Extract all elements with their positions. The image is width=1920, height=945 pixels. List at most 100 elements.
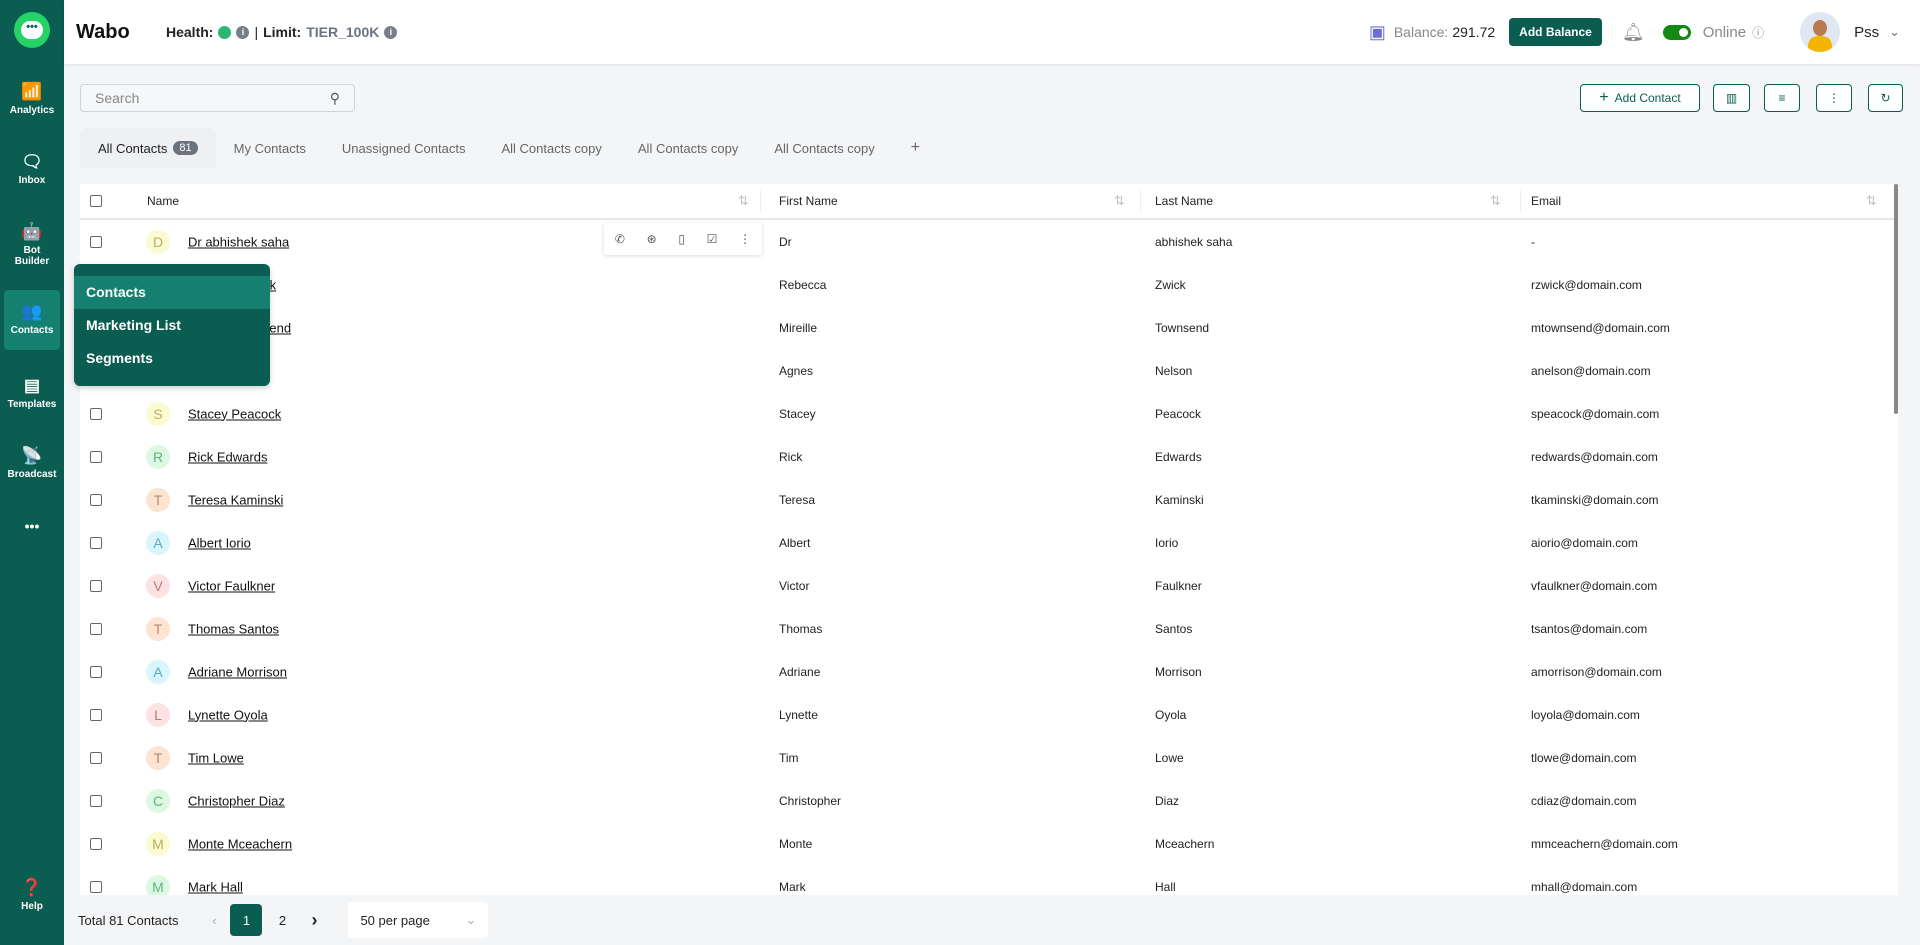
- online-toggle[interactable]: [1662, 24, 1691, 40]
- sidebar-item-broadcast[interactable]: 📡 Broadcast: [4, 440, 60, 486]
- row-checkbox[interactable]: [90, 407, 102, 420]
- sidebar-item-contacts[interactable]: 👥 Contacts: [4, 290, 60, 350]
- user-avatar[interactable]: [1800, 12, 1841, 52]
- table-row[interactable]: R Rick Edwards Rick Edwards redwards@dom…: [80, 435, 1898, 478]
- row-checkbox[interactable]: [90, 837, 102, 850]
- contact-name-link[interactable]: Thomas Santos: [188, 621, 279, 636]
- row-checkbox[interactable]: [90, 751, 102, 764]
- info-icon[interactable]: i: [384, 25, 398, 39]
- contact-name-link[interactable]: Lynette Oyola: [188, 707, 268, 722]
- sidebar-item-bot-builder[interactable]: 🤖 Bot Builder: [4, 216, 60, 273]
- row-checkbox[interactable]: [90, 880, 102, 893]
- task-icon[interactable]: ☑: [707, 232, 718, 246]
- app-logo[interactable]: •••: [14, 12, 50, 48]
- submenu-item-marketing-list[interactable]: Marketing List: [74, 309, 270, 342]
- scrollbar[interactable]: [1894, 184, 1898, 414]
- table-row[interactable]: A Albert Iorio Albert Iorio aiorio@domai…: [80, 521, 1898, 564]
- sidebar-item-inbox[interactable]: 🗨 Inbox: [4, 146, 60, 192]
- sidebar-item-help[interactable]: ❓ Help: [4, 872, 60, 918]
- table-row[interactable]: M Monte Mceachern Monte Mceachern mmceac…: [80, 822, 1898, 865]
- tab-all-contacts-copy[interactable]: All Contacts copy: [756, 128, 892, 168]
- row-checkbox[interactable]: [90, 708, 102, 721]
- tab-unassigned-contacts[interactable]: Unassigned Contacts: [324, 128, 484, 168]
- select-all-checkbox[interactable]: [90, 195, 102, 207]
- chevron-down-icon[interactable]: ⌄: [1889, 24, 1900, 40]
- filter-icon: ≡: [1778, 91, 1786, 105]
- sort-icon[interactable]: ⇅: [1866, 193, 1877, 209]
- table-row[interactable]: V Victor Faulkner Victor Faulkner vfaulk…: [80, 564, 1898, 607]
- contact-name-link[interactable]: Tim Lowe: [188, 750, 244, 765]
- tab-all-contacts[interactable]: All Contacts 81: [80, 128, 216, 168]
- next-page-button[interactable]: ›: [298, 904, 330, 936]
- tab-my-contacts[interactable]: My Contacts: [216, 128, 324, 168]
- table-row[interactable]: T Thomas Santos Thomas Santos tsantos@do…: [80, 607, 1898, 650]
- row-checkbox[interactable]: [90, 665, 102, 678]
- contact-name-link[interactable]: Monte Mceachern: [188, 836, 292, 851]
- row-checkbox[interactable]: [90, 794, 102, 807]
- sync-icon[interactable]: ⊛: [647, 232, 657, 246]
- row-checkbox[interactable]: [90, 622, 102, 635]
- contact-name-link[interactable]: Mark Hall: [188, 879, 243, 894]
- row-checkbox[interactable]: [90, 450, 102, 463]
- column-header-email[interactable]: Email: [1531, 194, 1561, 208]
- columns-button[interactable]: ▥: [1713, 84, 1750, 112]
- contact-name-link[interactable]: Stacey Peacock: [188, 406, 281, 421]
- sort-icon[interactable]: ⇅: [1490, 193, 1501, 209]
- row-checkbox[interactable]: [90, 493, 102, 506]
- column-header-last-name[interactable]: Last Name: [1155, 194, 1213, 208]
- table-row[interactable]: A Adriane Morrison Adriane Morrison amor…: [80, 650, 1898, 693]
- prev-page-button[interactable]: ‹: [198, 904, 230, 936]
- contact-name-link[interactable]: Teresa Kaminski: [188, 492, 283, 507]
- table-row[interactable]: T Tim Lowe Tim Lowe tlowe@domain.com: [80, 736, 1898, 779]
- sidebar-item-analytics[interactable]: 📶 Analytics: [4, 76, 60, 122]
- email-cell: mmceachern@domain.com: [1531, 836, 1678, 851]
- more-vertical-icon[interactable]: ⋮: [739, 232, 751, 246]
- table-row[interactable]: L Lynette Oyola Lynette Oyola loyola@dom…: [80, 693, 1898, 736]
- row-checkbox[interactable]: [90, 235, 102, 248]
- contact-name-link[interactable]: Victor Faulkner: [188, 578, 275, 593]
- document-icon[interactable]: ▯: [678, 232, 685, 246]
- whatsapp-icon[interactable]: ✆: [615, 232, 625, 246]
- more-icon[interactable]: •••: [4, 512, 60, 540]
- sort-icon[interactable]: ⇅: [1114, 193, 1125, 209]
- more-options-button[interactable]: ⋮: [1816, 84, 1852, 112]
- add-tab-button[interactable]: +: [893, 128, 938, 168]
- table-row[interactable]: R Rebecca Zwick Rebecca Zwick rzwick@dom…: [80, 263, 1898, 306]
- bell-icon[interactable]: 🔔︎: [1622, 22, 1645, 43]
- refresh-button[interactable]: ↻: [1868, 84, 1903, 112]
- sidebar: ••• 📶 Analytics 🗨 Inbox 🤖 Bot Builder 👥 Conta…: [0, 0, 64, 945]
- filter-button[interactable]: ≡: [1764, 84, 1800, 112]
- add-balance-button[interactable]: Add Balance: [1509, 18, 1602, 46]
- table-row[interactable]: C Christopher Diaz Christopher Diaz cdia…: [80, 779, 1898, 822]
- avatar: V: [146, 573, 170, 598]
- contact-name-link[interactable]: Albert Iorio: [188, 535, 251, 550]
- per-page-select[interactable]: 50 per page ⌄: [348, 902, 489, 938]
- contact-name-link[interactable]: Adriane Morrison: [188, 664, 287, 679]
- page-2-button[interactable]: 2: [266, 904, 298, 936]
- contact-name-link[interactable]: Christopher Diaz: [188, 793, 285, 808]
- table-row[interactable]: A Agnes Nelson Agnes Nelson anelson@doma…: [80, 349, 1898, 392]
- column-header-name[interactable]: Name: [147, 194, 179, 208]
- table-row[interactable]: M Mireille Townsend Mireille Townsend mt…: [80, 306, 1898, 349]
- sort-icon[interactable]: ⇅: [738, 193, 749, 209]
- info-icon[interactable]: i: [236, 25, 250, 39]
- contact-name-link[interactable]: Dr abhishek saha: [188, 234, 289, 249]
- submenu-item-contacts[interactable]: Contacts: [74, 276, 270, 309]
- wallet-icon: ▣: [1368, 21, 1386, 42]
- table-row[interactable]: T Teresa Kaminski Teresa Kaminski tkamin…: [80, 478, 1898, 521]
- table-row[interactable]: D Dr abhishek saha Dr abhishek saha - ✆ ⊛ ▯…: [80, 220, 1898, 263]
- help-circle-icon[interactable]: ⓘ: [1752, 24, 1764, 41]
- add-contact-button[interactable]: + Add Contact: [1580, 84, 1700, 112]
- contact-name-link[interactable]: Rick Edwards: [188, 449, 267, 464]
- row-checkbox[interactable]: [90, 536, 102, 549]
- submenu-item-segments[interactable]: Segments: [74, 342, 270, 375]
- column-header-first-name[interactable]: First Name: [779, 194, 838, 208]
- search-input[interactable]: Search ⚲: [80, 84, 355, 112]
- sidebar-item-templates[interactable]: ▤ Templates: [4, 370, 60, 416]
- table-row[interactable]: M Mark Hall Mark Hall mhall@domain.com: [80, 865, 1898, 895]
- tab-all-contacts-copy[interactable]: All Contacts copy: [620, 128, 756, 168]
- table-row[interactable]: S Stacey Peacock Stacey Peacock speacock…: [80, 392, 1898, 435]
- tab-all-contacts-copy[interactable]: All Contacts copy: [483, 128, 619, 168]
- row-checkbox[interactable]: [90, 579, 102, 592]
- page-1-button[interactable]: 1: [230, 904, 263, 936]
